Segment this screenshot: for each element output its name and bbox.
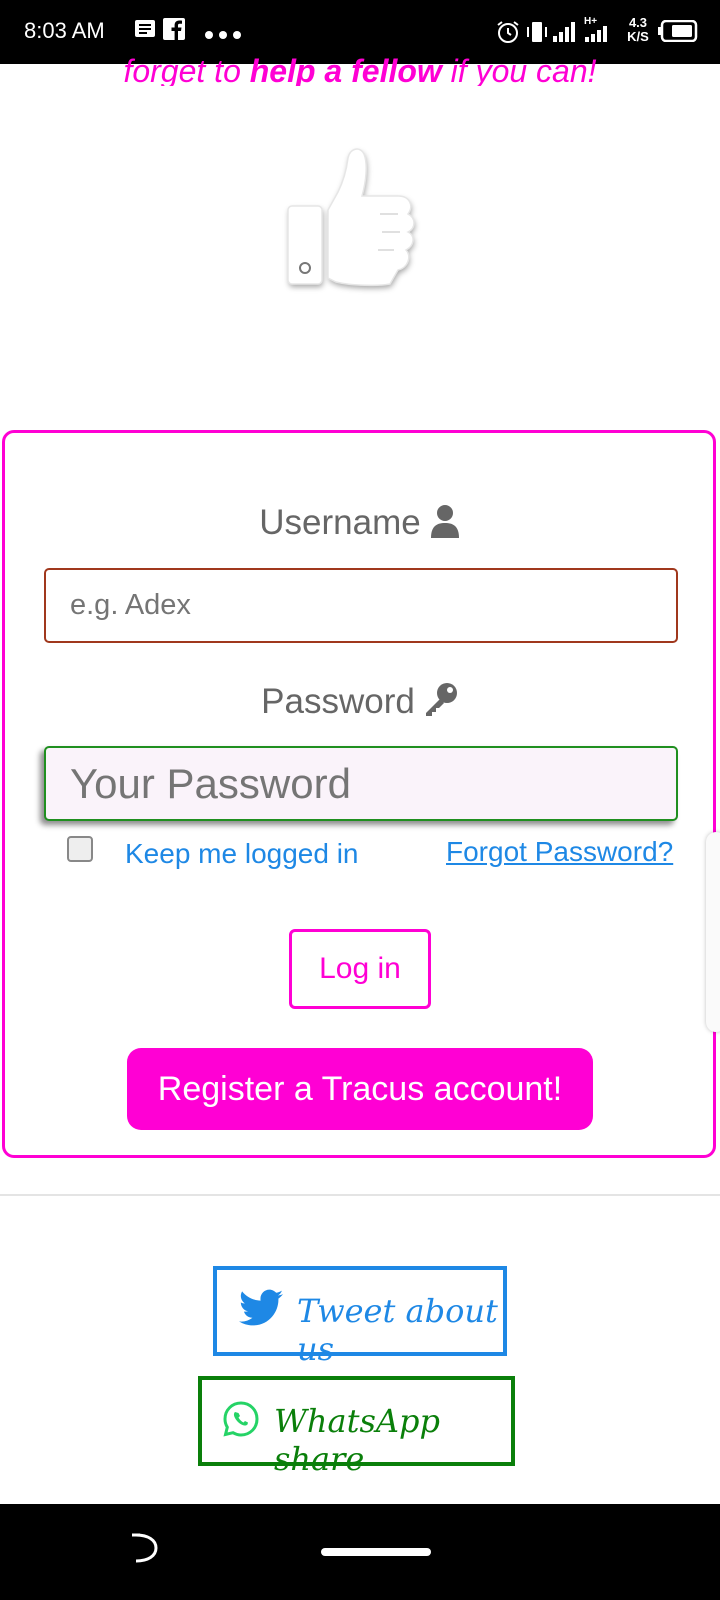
vibrate-icon bbox=[526, 20, 548, 49]
keep-logged-in-label[interactable]: Keep me logged in bbox=[125, 838, 359, 870]
status-bar: 8:03 AM H+ 4.3 K/S bbox=[0, 0, 720, 64]
more-dots-icon bbox=[204, 27, 242, 45]
messages-icon bbox=[134, 18, 156, 45]
speed-unit: K/S bbox=[627, 29, 649, 44]
signal-hplus-icon bbox=[584, 26, 608, 47]
tagline-post: if you can! bbox=[441, 56, 597, 86]
status-time: 8:03 AM bbox=[24, 18, 105, 43]
twitter-bird-icon bbox=[239, 1288, 283, 1333]
network-speed: 4.3 K/S bbox=[624, 16, 652, 44]
whatsapp-button[interactable]: WhatsApp share bbox=[198, 1376, 515, 1478]
key-icon bbox=[415, 682, 459, 721]
user-icon bbox=[421, 503, 461, 542]
home-pill[interactable] bbox=[321, 1548, 431, 1556]
whatsapp-icon bbox=[222, 1400, 260, 1443]
username-input[interactable] bbox=[44, 568, 678, 643]
navigation-bar bbox=[0, 1504, 720, 1600]
login-button[interactable]: Log in bbox=[289, 929, 431, 1009]
tweet-label: Tweet about us bbox=[297, 1292, 498, 1368]
edge-panel-handle[interactable] bbox=[706, 832, 720, 1032]
password-label-text: Password bbox=[261, 682, 415, 721]
tagline-pre: forget to bbox=[123, 56, 250, 86]
back-gesture-icon[interactable] bbox=[130, 1532, 160, 1569]
signal-icon bbox=[552, 20, 576, 47]
tagline: forget to help a fellow if you can! bbox=[0, 56, 720, 86]
register-button[interactable]: Register a Tracus account! bbox=[127, 1048, 593, 1130]
username-label: Username bbox=[0, 503, 720, 543]
password-input[interactable] bbox=[44, 746, 678, 821]
thumbs-up-icon bbox=[280, 140, 440, 305]
whatsapp-label: WhatsApp share bbox=[274, 1402, 440, 1478]
tagline-bold: help a fellow bbox=[249, 56, 442, 86]
keep-logged-in-checkbox[interactable] bbox=[67, 836, 93, 862]
battery-icon bbox=[658, 19, 698, 47]
password-label: Password bbox=[0, 681, 720, 722]
speed-value: 4.3 bbox=[628, 15, 648, 30]
divider bbox=[0, 1194, 720, 1196]
username-label-text: Username bbox=[259, 503, 421, 542]
alarm-icon bbox=[496, 20, 520, 49]
facebook-icon bbox=[163, 18, 185, 45]
tweet-button[interactable]: Tweet about us bbox=[213, 1266, 507, 1368]
forgot-password-link[interactable]: Forgot Password? bbox=[446, 836, 673, 868]
